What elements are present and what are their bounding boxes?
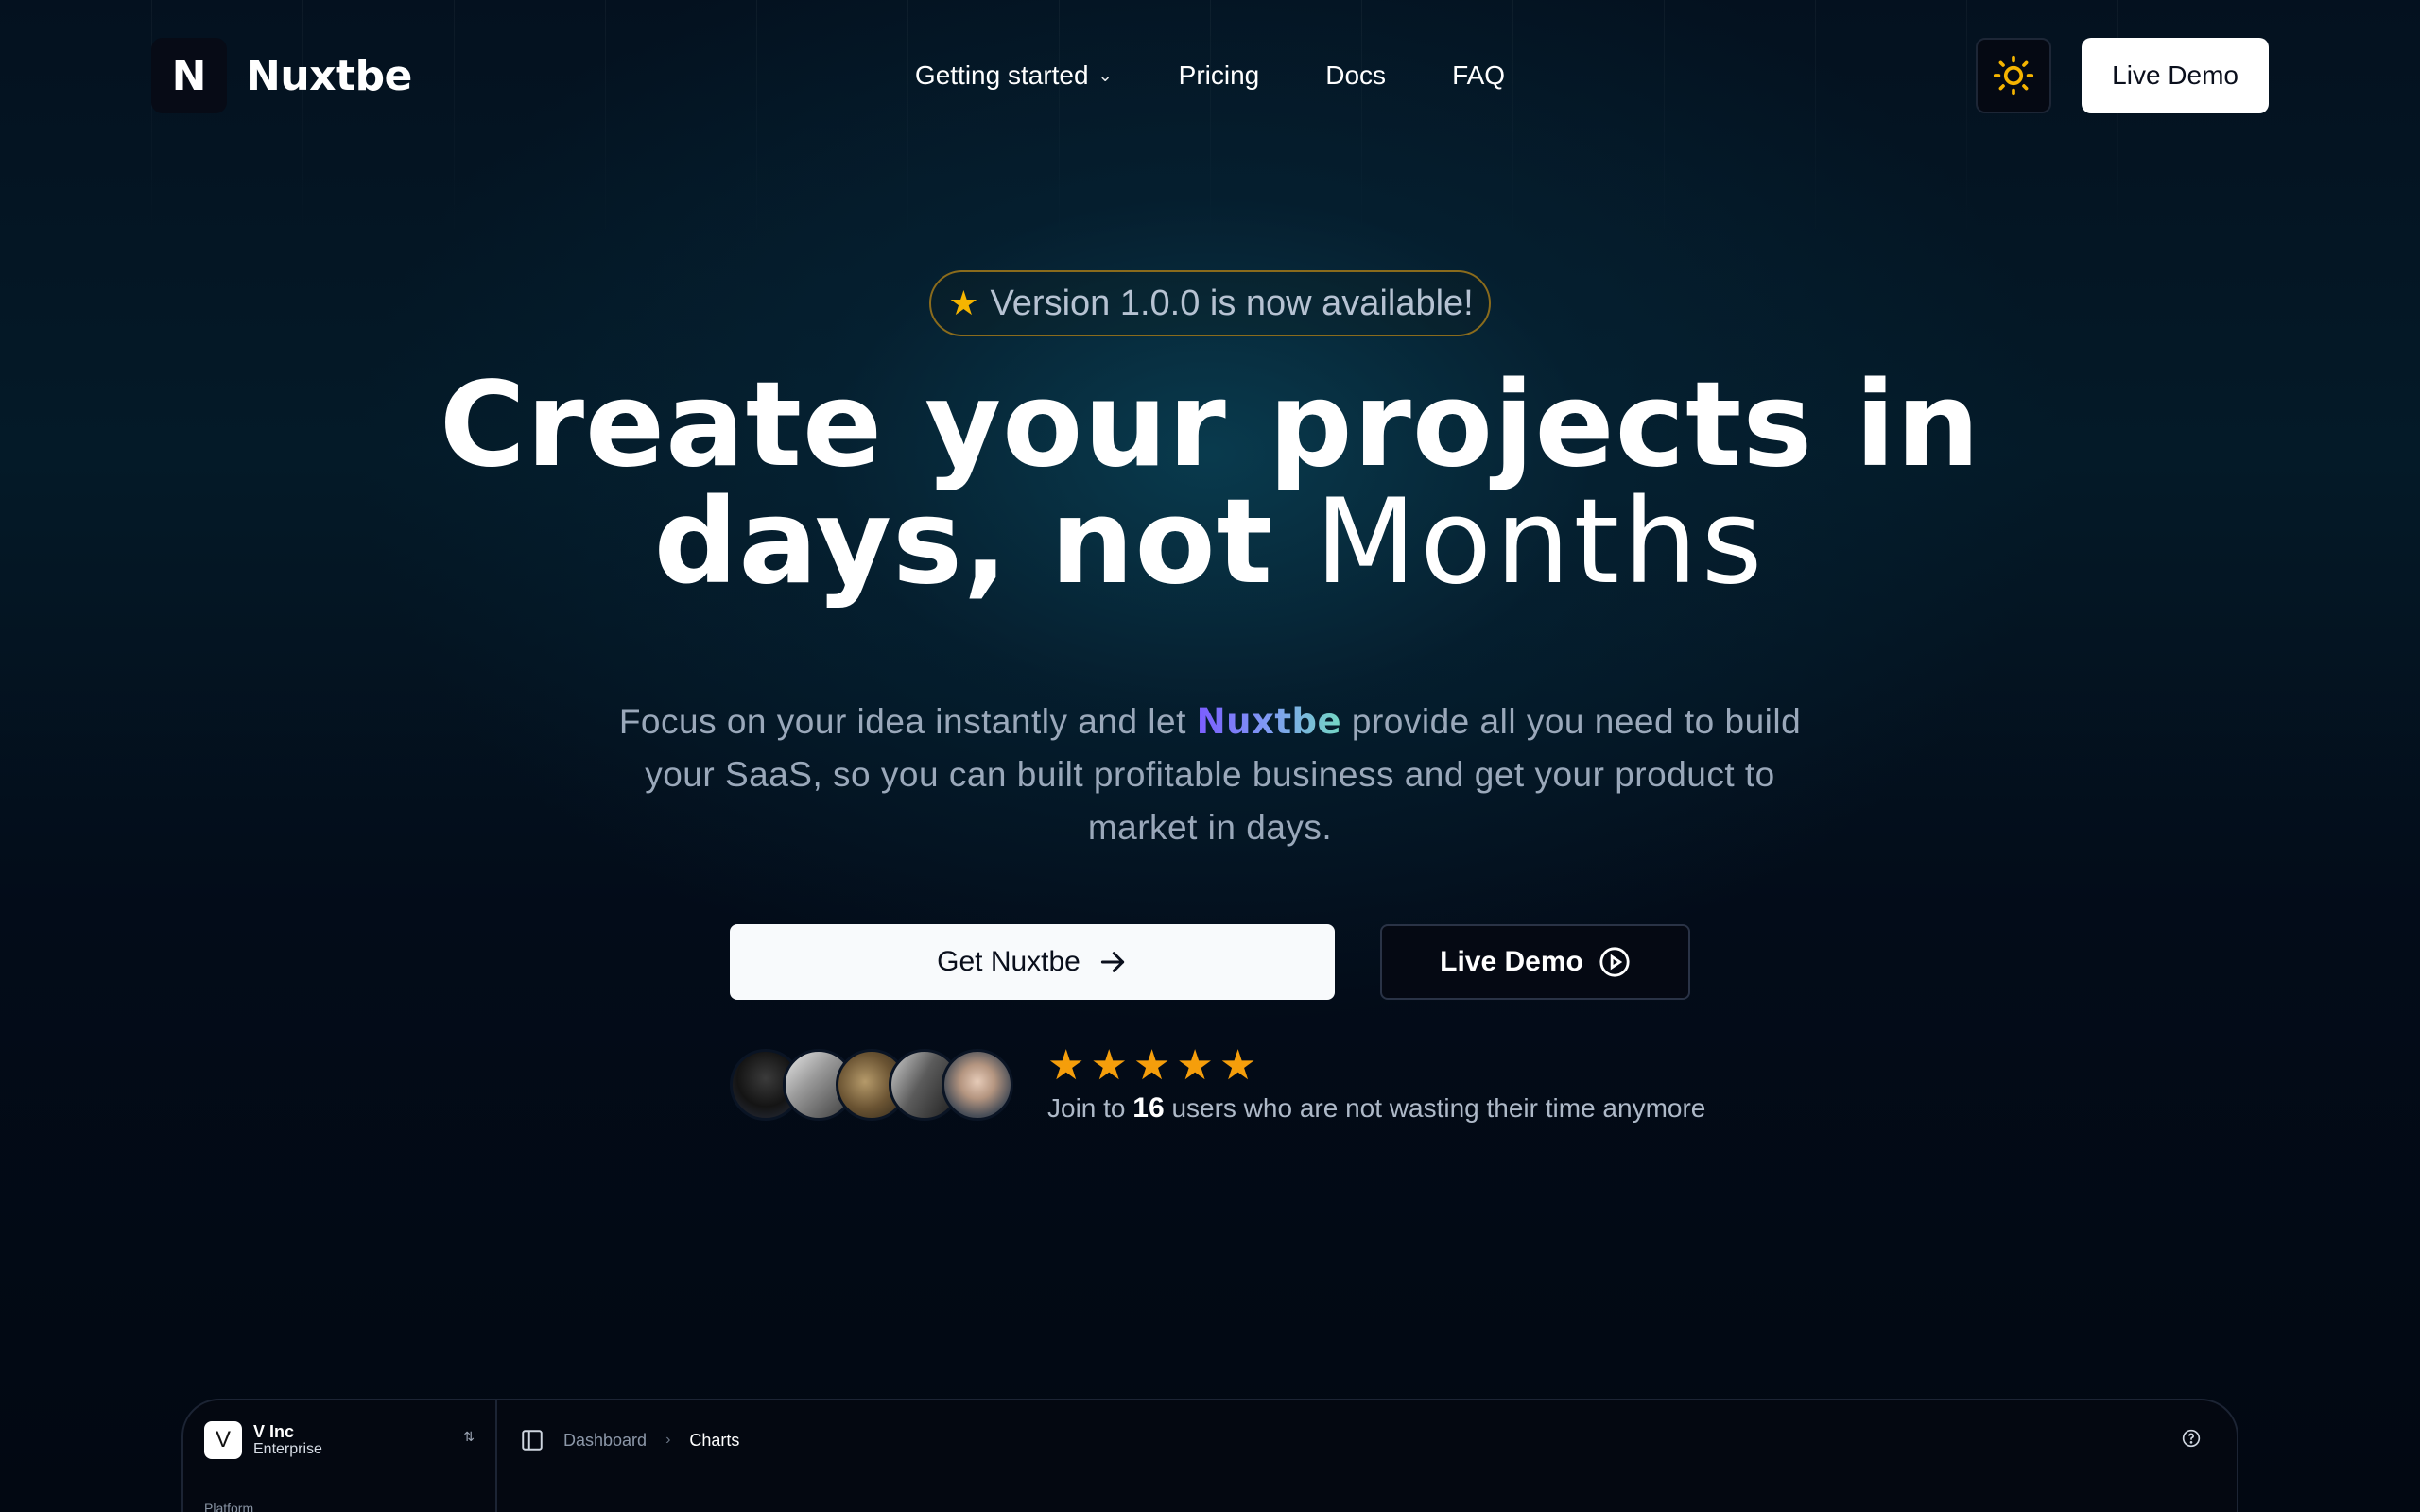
social-proof-text: Join to 16 users who are not wasting the…	[1047, 1092, 1705, 1125]
nav-links: Getting started ⌄ Pricing Docs FAQ	[915, 60, 1505, 91]
rating-block: ★ ★ ★ ★ ★ Join to 16 users who are not w…	[1047, 1045, 1705, 1125]
headline-line-1: Create your projects in	[439, 357, 1981, 493]
social-text-before: Join to	[1047, 1093, 1126, 1123]
top-navigation: N Nuxtbe Getting started ⌄ Pricing Docs …	[151, 38, 2269, 113]
social-text-after: users who are not wasting their time any…	[1171, 1093, 1706, 1123]
get-nuxtbe-button[interactable]: Get Nuxtbe	[730, 924, 1335, 1000]
theme-toggle-button[interactable]	[1976, 38, 2052, 113]
logo-mark-icon: N	[151, 38, 227, 113]
nav-actions: Live Demo	[1976, 38, 2269, 113]
nav-link-pricing[interactable]: Pricing	[1179, 60, 1260, 91]
star-icon: ★	[1219, 1042, 1257, 1089]
sidebar-toggle-icon[interactable]	[520, 1428, 544, 1452]
subtitle-text-before: Focus on your idea instantly and let	[618, 702, 1186, 741]
headline-highlight-word: Months	[1315, 474, 1767, 610]
cta-buttons: Get Nuxtbe Live Demo	[730, 924, 1690, 1000]
chevron-down-icon: ⌄	[1098, 65, 1113, 85]
chevron-right-icon: ›	[666, 1432, 671, 1448]
hero-subtitle: Focus on your idea instantly and let Nux…	[586, 696, 1834, 854]
version-badge-text: Version 1.0.0 is now available!	[990, 283, 1474, 323]
org-name: V Inc	[253, 1422, 295, 1441]
play-circle-icon	[1599, 947, 1630, 977]
headline-line-2: days, not Months	[0, 484, 2420, 601]
nav-link-label: Getting started	[914, 60, 1089, 90]
preview-sidebar: V V Inc Enterprise ⇅ Platform	[183, 1400, 497, 1512]
sun-icon	[1994, 55, 2034, 96]
breadcrumb-charts: Charts	[689, 1430, 740, 1450]
nav-link-getting-started[interactable]: Getting started ⌄	[915, 60, 1113, 91]
org-plan: Enterprise	[253, 1441, 322, 1457]
help-icon[interactable]	[2182, 1429, 2201, 1448]
brand-name: Nuxtbe	[246, 51, 412, 100]
star-icon: ★	[948, 284, 979, 322]
version-badge[interactable]: ★ Version 1.0.0 is now available!	[929, 270, 1491, 336]
star-icon: ★	[1090, 1042, 1128, 1089]
nav-link-label: Pricing	[1178, 60, 1260, 90]
user-count: 16	[1132, 1092, 1165, 1124]
nav-link-label: Docs	[1325, 60, 1387, 90]
nav-link-label: FAQ	[1452, 60, 1506, 90]
star-icon: ★	[1047, 1042, 1085, 1089]
dashboard-preview: V V Inc Enterprise ⇅ Platform Dashboard …	[182, 1399, 2238, 1512]
arrow-right-icon	[1100, 952, 1125, 972]
star-icon: ★	[1176, 1042, 1214, 1089]
landing-page: N Nuxtbe Getting started ⌄ Pricing Docs …	[0, 0, 2420, 1512]
star-icon: ★	[1132, 1042, 1171, 1089]
avatar	[942, 1049, 1013, 1121]
live-demo-button[interactable]: Live Demo	[2082, 38, 2269, 113]
hero-headline: Create your projects in days, not Months	[0, 367, 2420, 601]
rating-stars: ★ ★ ★ ★ ★	[1047, 1045, 1705, 1087]
org-logo: V	[204, 1421, 242, 1459]
get-nuxtbe-label: Get Nuxtbe	[937, 946, 1080, 977]
subtitle-brand: Nuxtbe	[1196, 701, 1342, 742]
nav-link-faq[interactable]: FAQ	[1452, 60, 1505, 91]
preview-topbar: Dashboard › Charts	[497, 1400, 2237, 1480]
chevrons-up-down-icon[interactable]: ⇅	[463, 1429, 475, 1445]
headline-line-2-text: days, not	[653, 474, 1273, 610]
org-switcher[interactable]: V V Inc Enterprise	[204, 1421, 322, 1459]
hero-section: ★ Version 1.0.0 is now available! Create…	[0, 270, 2420, 854]
org-info: V Inc Enterprise	[253, 1422, 322, 1458]
social-proof: ★ ★ ★ ★ ★ Join to 16 users who are not w…	[730, 1045, 1705, 1125]
live-demo-cta-label: Live Demo	[1440, 946, 1583, 977]
brand-logo[interactable]: N Nuxtbe	[151, 38, 412, 113]
live-demo-cta-button[interactable]: Live Demo	[1380, 924, 1690, 1000]
sidebar-section-label: Platform	[204, 1501, 254, 1512]
breadcrumb-dashboard[interactable]: Dashboard	[563, 1431, 647, 1451]
nav-link-docs[interactable]: Docs	[1325, 60, 1386, 91]
user-avatars	[730, 1049, 1013, 1121]
